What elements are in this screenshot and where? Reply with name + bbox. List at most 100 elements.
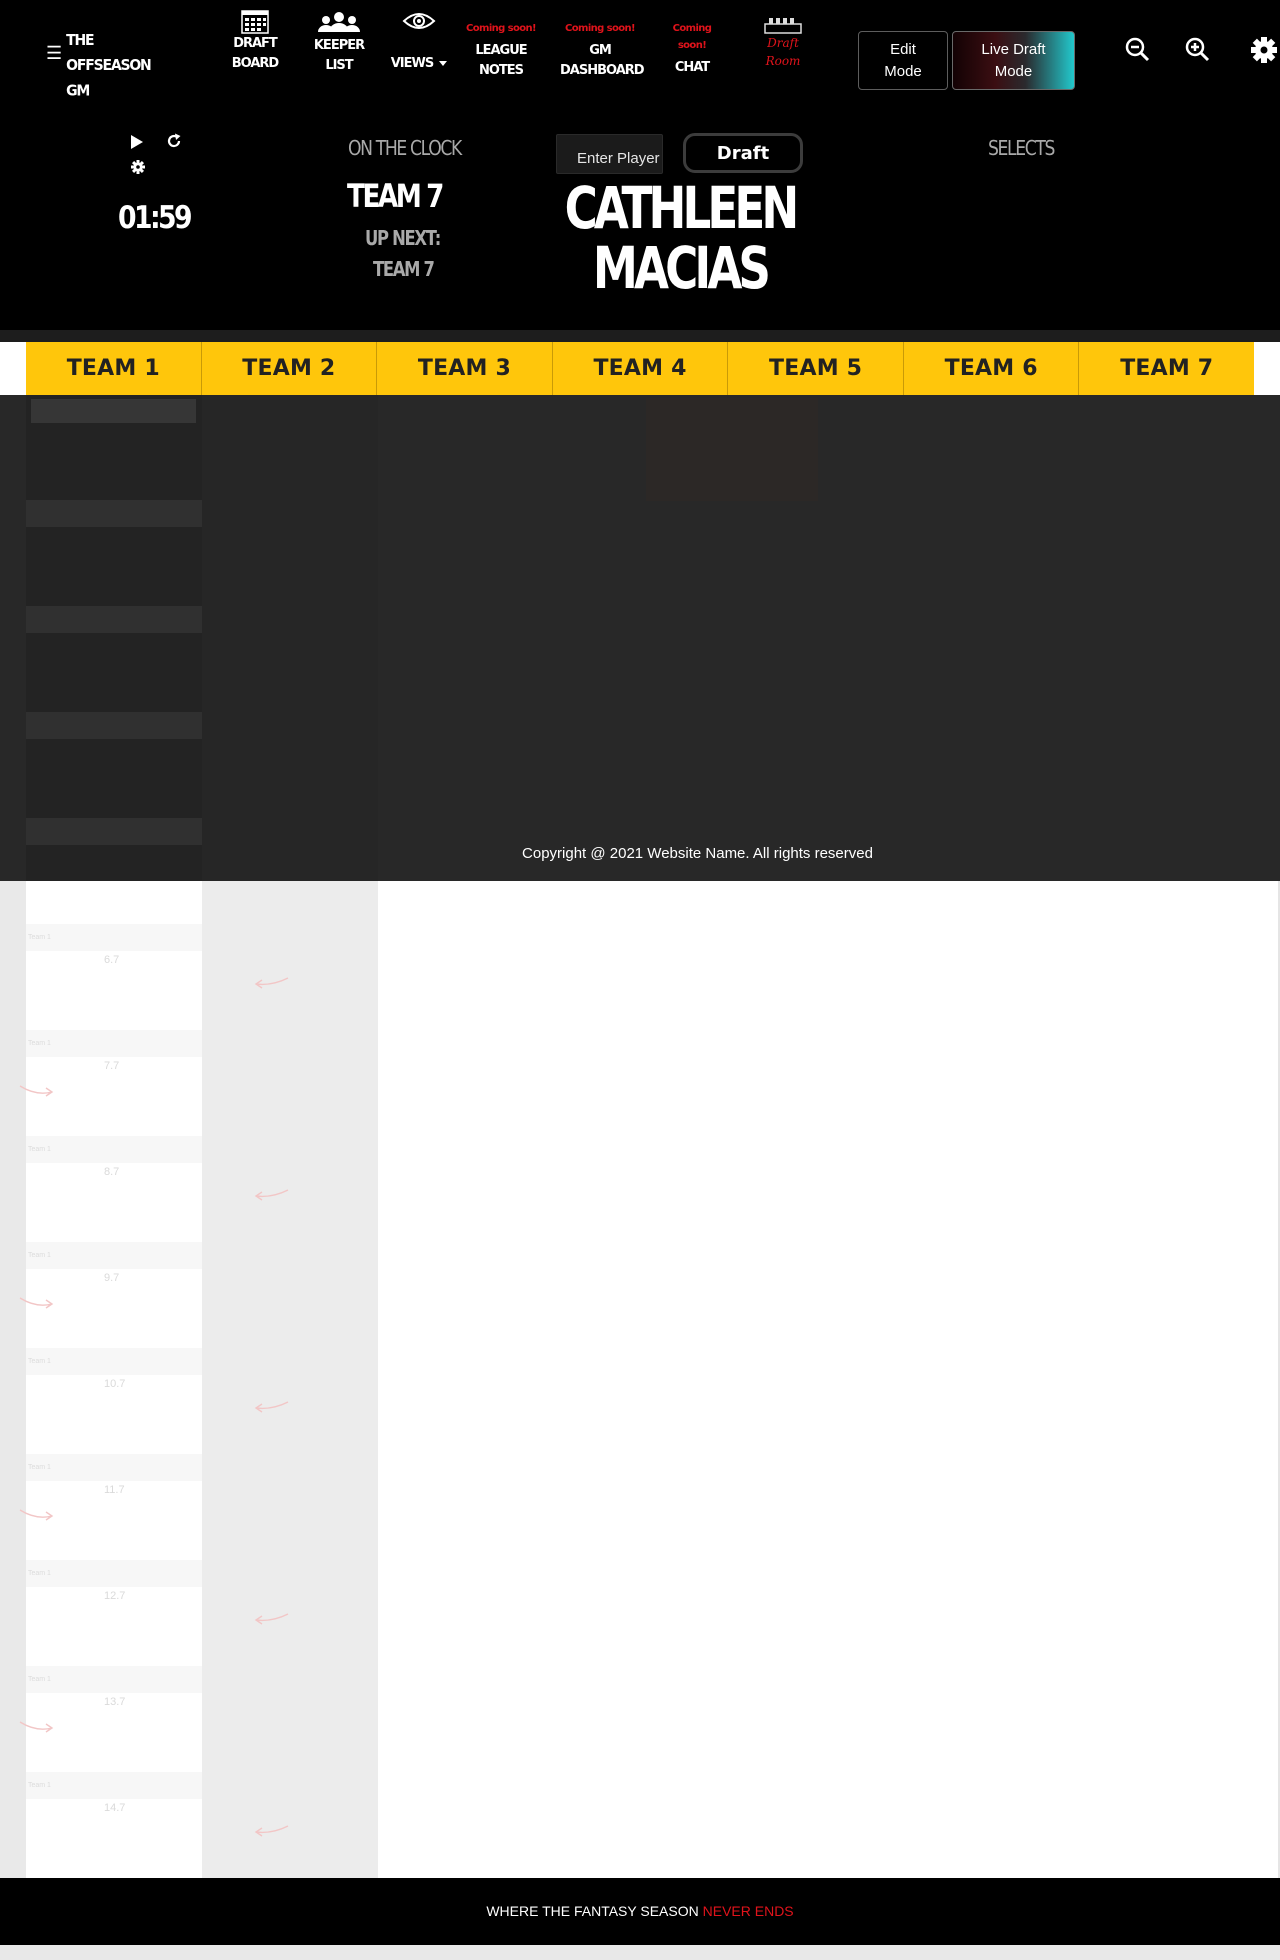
nav-chat-label: CHAT bbox=[674, 60, 710, 75]
pick-row-band bbox=[26, 606, 202, 633]
ghost-team-label: Team 1 bbox=[28, 1464, 51, 1471]
pick-row-band bbox=[26, 1030, 202, 1057]
pick-row-band bbox=[26, 1348, 202, 1375]
nav-gm-dashboard-label: GM DASHBOARD bbox=[560, 43, 645, 78]
zoom-in-icon[interactable] bbox=[1184, 36, 1210, 62]
team-column-header[interactable]: TEAM 5 bbox=[728, 342, 904, 395]
snake-arrow-icon bbox=[19, 1721, 54, 1733]
team-2-column-lower bbox=[202, 881, 378, 1878]
brand[interactable]: ☰ THE OFFSEASON GM bbox=[46, 28, 152, 104]
pick-number: 6.7 bbox=[104, 954, 120, 966]
team-column-header[interactable]: TEAM 6 bbox=[904, 342, 1080, 395]
team-column-header[interactable]: TEAM 2 bbox=[202, 342, 378, 395]
coming-soon-badge: Coming soon! bbox=[565, 23, 636, 34]
nav-chat[interactable]: Coming soon! CHAT bbox=[662, 20, 722, 78]
player-first-name: CATHLEEN bbox=[564, 174, 800, 242]
nav-views-label: VIEWS bbox=[390, 56, 434, 71]
brand-logo-text: THE OFFSEASON GM bbox=[66, 28, 152, 104]
ghost-team-label: Team 1 bbox=[28, 934, 51, 941]
snake-arrow-icon bbox=[19, 1297, 54, 1309]
footer-tagline-highlight: NEVER ENDS bbox=[702, 1903, 794, 1919]
nav-gm-dashboard[interactable]: Coming soon! GM DASHBOARD bbox=[560, 20, 645, 81]
coming-soon-badge: Coming soon! bbox=[466, 23, 537, 34]
footer: WHERE THE FANTASY SEASON NEVER ENDS bbox=[0, 1878, 1280, 1945]
nav-views-dropdown[interactable]: VIEWS bbox=[390, 10, 448, 74]
draft-button-label: Draft bbox=[716, 142, 770, 164]
coming-soon-badge: Coming soon! bbox=[672, 23, 712, 51]
ghost-team-label: Team 1 bbox=[28, 1782, 51, 1789]
hamburger-menu-icon[interactable]: ☰ bbox=[46, 44, 62, 62]
zoom-out-icon[interactable] bbox=[1124, 36, 1150, 62]
pick-row-band bbox=[26, 1666, 202, 1693]
team-column-header[interactable]: TEAM 7 bbox=[1079, 342, 1254, 395]
player-last-name: MACIAS bbox=[592, 234, 771, 302]
ghost-team-label: Team 1 bbox=[28, 1358, 51, 1365]
pick-row-band bbox=[26, 1772, 202, 1799]
live-draft-mode-label: Live Draft Mode bbox=[981, 40, 1046, 80]
pick-row-band bbox=[26, 924, 202, 951]
nav-keeper-list-label: KEEPER LIST bbox=[313, 38, 365, 73]
play-icon[interactable] bbox=[130, 134, 144, 150]
pick-cell[interactable] bbox=[646, 398, 818, 501]
ghost-team-label: Team 1 bbox=[28, 1570, 51, 1577]
team-column-header[interactable]: TEAM 3 bbox=[377, 342, 553, 395]
people-group-icon bbox=[318, 12, 360, 32]
live-draft-mode-button[interactable]: Live Draft Mode bbox=[952, 31, 1075, 90]
player-search-input[interactable] bbox=[556, 134, 663, 174]
copyright-text: Copyright @ 2021 Website Name. All right… bbox=[522, 845, 873, 862]
team-column-header[interactable]: TEAM 1 bbox=[26, 342, 202, 395]
snake-arrow-icon bbox=[19, 1085, 54, 1097]
team-2-column bbox=[202, 395, 378, 881]
nav-league-notes-label: LEAGUE NOTES bbox=[475, 43, 527, 78]
calendar-grid-icon bbox=[241, 10, 269, 34]
pick-row-band bbox=[26, 818, 202, 845]
team-header-row: TEAM 1 TEAM 2 TEAM 3 TEAM 4 TEAM 5 TEAM … bbox=[26, 342, 1254, 395]
refresh-icon[interactable] bbox=[166, 133, 182, 149]
snake-arrow-icon bbox=[254, 1401, 289, 1413]
pick-number: 14.7 bbox=[104, 1802, 126, 1814]
snake-arrow-icon bbox=[254, 977, 289, 989]
pick-cell[interactable] bbox=[31, 399, 196, 423]
nav-league-notes[interactable]: Coming soon! LEAGUE NOTES bbox=[464, 20, 538, 81]
nav-keeper-list[interactable]: KEEPER LIST bbox=[312, 10, 366, 76]
snake-arrow-icon bbox=[254, 1613, 289, 1625]
snake-arrow-icon bbox=[254, 1189, 289, 1201]
timer-settings-icon[interactable] bbox=[131, 160, 145, 174]
nav-draft-board-label: DRAFT BOARD bbox=[231, 36, 279, 71]
on-the-clock-team: TEAM 7 bbox=[347, 177, 444, 215]
brand-line: THE bbox=[66, 32, 94, 50]
footer-tagline: WHERE THE FANTASY SEASON bbox=[486, 1903, 703, 1919]
pick-number: 8.7 bbox=[104, 1166, 120, 1178]
snake-arrow-icon bbox=[254, 1825, 289, 1837]
pick-row-band bbox=[26, 500, 202, 527]
up-next-team: TEAM 7 bbox=[373, 257, 435, 281]
nav-draft-board[interactable]: DRAFT BOARD bbox=[228, 10, 282, 74]
nav-draft-room[interactable]: Draft Room bbox=[755, 16, 811, 70]
on-the-clock-label: ON THE CLOCK bbox=[348, 136, 462, 160]
pick-number: 10.7 bbox=[104, 1378, 126, 1390]
brand-line: OFFSEASON bbox=[66, 57, 152, 75]
up-next-label: UP NEXT: bbox=[365, 226, 441, 250]
chevron-down-icon bbox=[439, 61, 448, 66]
pick-row-band bbox=[26, 1136, 202, 1163]
ghost-team-label: Team 1 bbox=[28, 1040, 51, 1047]
draft-room-table-icon bbox=[764, 18, 802, 34]
selects-label: SELECTS bbox=[988, 136, 1055, 160]
pick-number: 7.7 bbox=[104, 1060, 120, 1072]
top-navigation-bar: ☰ THE OFFSEASON GM DRAFT BOARD KEEPER LI… bbox=[0, 0, 1280, 112]
ghost-team-label: Team 1 bbox=[28, 1146, 51, 1153]
brand-line: GM bbox=[66, 82, 90, 100]
nav-draft-room-label: Draft Room bbox=[765, 36, 801, 68]
pick-row-band bbox=[26, 1454, 202, 1481]
pick-row-band bbox=[26, 1242, 202, 1269]
gear-icon[interactable] bbox=[1250, 36, 1278, 64]
ghost-team-label: Team 1 bbox=[28, 1676, 51, 1683]
draft-timer: 01:59 bbox=[118, 200, 193, 236]
pick-number: 9.7 bbox=[104, 1272, 120, 1284]
eye-icon bbox=[402, 13, 436, 29]
draft-button[interactable]: Draft bbox=[683, 133, 803, 173]
divider bbox=[0, 330, 1280, 342]
snake-arrow-icon bbox=[19, 1509, 54, 1521]
team-column-header[interactable]: TEAM 4 bbox=[553, 342, 729, 395]
edit-mode-button[interactable]: Edit Mode bbox=[858, 31, 948, 90]
